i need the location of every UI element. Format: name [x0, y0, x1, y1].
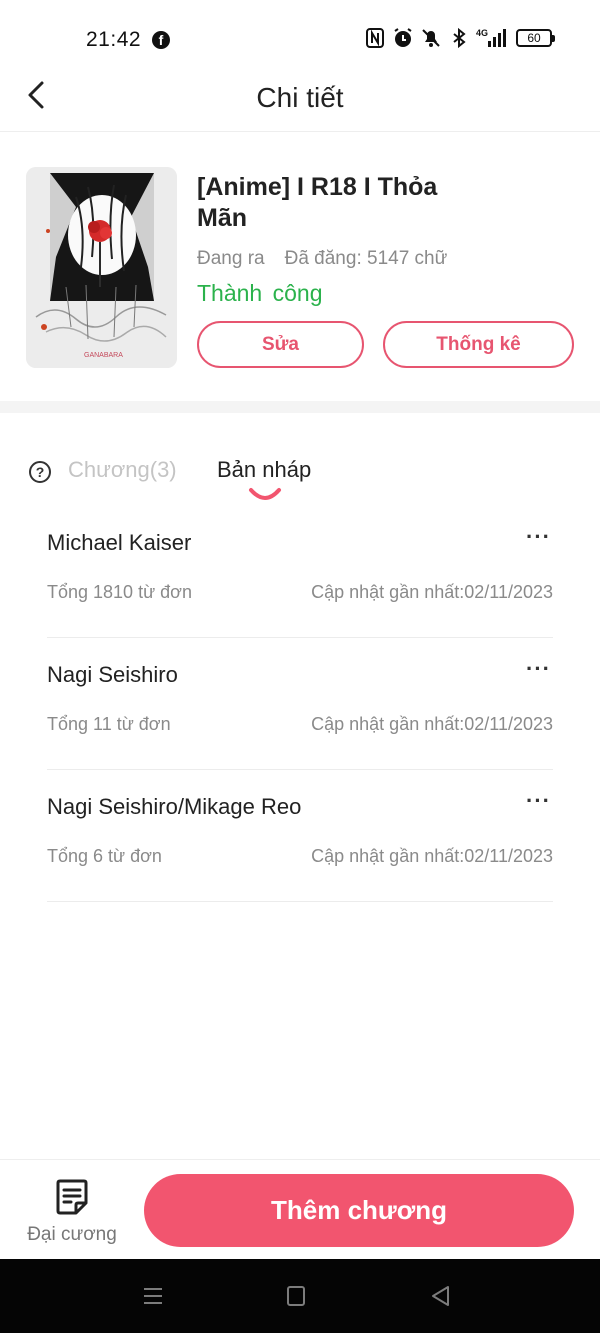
more-options-icon[interactable]: ··· [526, 656, 551, 682]
edit-button[interactable]: Sửa [197, 321, 364, 368]
draft-word-total: Tổng 6 từ đơn [47, 846, 162, 866]
draft-title: Nagi Seishiro [47, 662, 178, 687]
tab-chapters[interactable]: Chương(3) [68, 457, 177, 483]
draft-word-total: Tổng 1810 từ đơn [47, 582, 192, 602]
active-tab-indicator [249, 488, 281, 500]
draft-last-updated: Cập nhật gần nhất:02/11/2023 [311, 846, 553, 866]
draft-title: Nagi Seishiro/Mikage Reo [47, 794, 302, 819]
statistics-button[interactable]: Thống kê [383, 321, 574, 368]
tab-drafts[interactable]: Bản nháp [217, 457, 311, 483]
more-options-icon[interactable]: ··· [526, 524, 551, 550]
recent-apps-icon[interactable] [143, 1287, 163, 1305]
facebook-notification-icon: f [152, 31, 170, 49]
more-options-icon[interactable]: ··· [526, 788, 551, 814]
signal-4g-icon: 4G [476, 28, 506, 47]
book-title: [Anime] I R18 I Thỏa Mãn [197, 173, 438, 232]
review-status: Thành công [197, 280, 323, 306]
bottom-action-bar: Đại cương Thêm chương [0, 1159, 600, 1259]
battery-indicator: 60 [516, 29, 555, 47]
alarm-icon [394, 28, 412, 47]
mute-icon [422, 29, 440, 47]
section-divider [0, 401, 600, 413]
bluetooth-icon [453, 27, 466, 49]
svg-text:4G: 4G [476, 28, 488, 38]
draft-last-updated: Cập nhật gần nhất:02/11/2023 [311, 714, 553, 734]
top-app-bar: Chi tiết [0, 60, 600, 132]
draft-item[interactable]: Michael Kaiser ··· Tổng 1810 từ đơn Cập … [47, 506, 553, 638]
status-icons: 4G 60 [364, 27, 555, 49]
publication-status: Đang ra [197, 248, 265, 269]
system-back-icon[interactable] [430, 1285, 450, 1307]
home-icon[interactable] [287, 1286, 305, 1306]
outline-document-icon[interactable] [55, 1179, 89, 1215]
draft-title: Michael Kaiser [47, 530, 192, 555]
draft-last-updated: Cập nhật gần nhất:02/11/2023 [311, 582, 553, 602]
page-title: Chi tiết [256, 82, 344, 113]
draft-item[interactable]: Nagi Seishiro ··· Tổng 11 từ đơn Cập nhậ… [47, 638, 553, 770]
book-cover-image[interactable]: GANABARA [26, 167, 177, 368]
add-chapter-button[interactable]: Thêm chương [144, 1174, 574, 1247]
status-time: 21:42 [86, 28, 142, 51]
draft-word-total: Tổng 11 từ đơn [47, 714, 171, 734]
svg-text:GANABARA: GANABARA [84, 352, 123, 359]
draft-item[interactable]: Nagi Seishiro/Mikage Reo ··· Tổng 6 từ đ… [47, 770, 553, 902]
book-meta: Đang ra Đã đăng: 5147 chữ [197, 248, 447, 270]
nfc-icon [366, 28, 384, 48]
word-count: Đã đăng: 5147 chữ [284, 248, 448, 269]
help-icon[interactable]: ? [29, 461, 51, 483]
outline-label[interactable]: Đại cương [0, 1224, 144, 1246]
system-navigation-bar [0, 1259, 600, 1333]
